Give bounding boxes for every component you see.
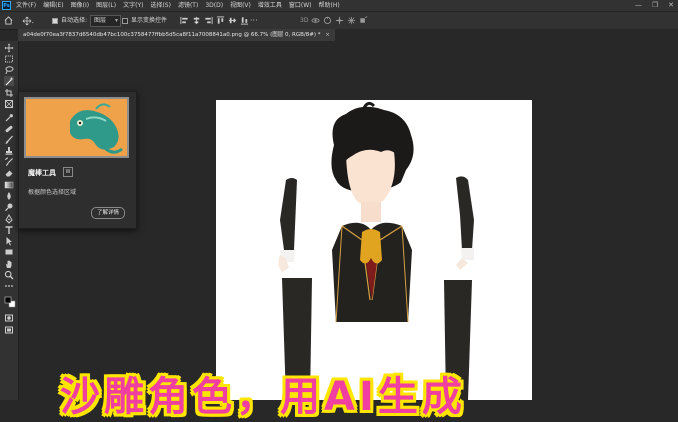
show-transform-label: 显示变换控件 [131, 17, 168, 24]
menu-image[interactable]: 图像(I) [71, 0, 89, 11]
more-icon[interactable] [4, 281, 14, 291]
lasso-icon[interactable] [4, 65, 14, 75]
chameleon-image [26, 99, 127, 156]
restore-button[interactable]: ❐ [652, 0, 658, 11]
blur-icon[interactable] [4, 191, 14, 201]
right-arm [456, 176, 474, 270]
history-brush-icon[interactable] [4, 157, 14, 167]
tools-panel [0, 41, 19, 400]
document-tab-close-icon[interactable]: × [325, 32, 330, 38]
auto-select-group: 自动选择: 图层 [52, 12, 122, 29]
document-tab-bar: a04de0f70ea3f7837d6540db47bc100c3758477f… [18, 29, 678, 41]
clone-stamp-icon[interactable] [4, 146, 14, 156]
menu-list: 文件(F) 编辑(E) 图像(I) 图层(L) 文字(Y) 选择(S) 滤镜(T… [16, 0, 340, 11]
menu-help[interactable]: 帮助(H) [319, 0, 340, 11]
menu-edit[interactable]: 编辑(E) [43, 0, 63, 11]
dodge-icon[interactable] [4, 202, 14, 212]
show-transform-checkbox[interactable] [122, 17, 128, 24]
document-tab-title: a04de0f70ea3f7837d6540db47bc100c3758477f… [23, 32, 321, 38]
color-swatch-icon[interactable] [4, 295, 16, 309]
left-arm [278, 178, 297, 272]
overlay-caption: 沙雕角色，用AI生成 [60, 374, 466, 420]
healing-brush-icon[interactable] [4, 124, 14, 134]
auto-select-checkbox[interactable] [52, 17, 58, 24]
menu-select[interactable]: 选择(S) [150, 0, 171, 11]
auto-select-label: 自动选择: [61, 17, 88, 24]
path-select-icon[interactable] [4, 236, 14, 246]
3d-pan-icon[interactable] [335, 16, 344, 25]
document-canvas[interactable] [216, 100, 532, 400]
align-left-icon[interactable] [180, 16, 189, 25]
home-icon[interactable] [4, 16, 13, 25]
quick-mask-icon[interactable] [4, 313, 14, 323]
character-illustration [278, 101, 474, 400]
menu-window[interactable]: 窗口(W) [289, 0, 312, 11]
marquee-icon[interactable] [4, 54, 14, 64]
move-icon[interactable] [4, 43, 14, 53]
align-bottom-icon[interactable] [240, 16, 249, 25]
menu-layer[interactable]: 图层(L) [96, 0, 116, 11]
menu-plugins[interactable]: 增效工具 [258, 0, 282, 11]
3d-mode-label: 3D [300, 17, 309, 24]
pen-icon[interactable] [4, 214, 14, 224]
menu-file[interactable]: 文件(F) [16, 0, 36, 11]
menu-type[interactable]: 文字(Y) [123, 0, 143, 11]
brush-icon[interactable] [4, 135, 14, 145]
tooltip-title: 魔棒工具 [28, 169, 56, 177]
3d-slide-icon[interactable] [347, 16, 356, 25]
minimize-button[interactable]: — [635, 0, 642, 11]
align-center-icon[interactable] [192, 16, 201, 25]
move-tool-preset-icon[interactable] [22, 16, 34, 26]
align-middle-icon[interactable] [228, 16, 237, 25]
show-transform-group: 显示变换控件 [122, 12, 167, 29]
3d-roll-icon[interactable] [323, 16, 332, 25]
3d-mode-group: 3D [300, 12, 368, 29]
menu-filter[interactable]: 滤镜(T) [178, 0, 198, 11]
home-group [4, 12, 13, 29]
menu-bar: Ps 文件(F) 编辑(E) 图像(I) 图层(L) 文字(Y) 选择(S) 滤… [0, 0, 678, 11]
screen-mode-icon[interactable] [4, 325, 14, 335]
eraser-icon[interactable] [4, 168, 14, 178]
layer-select-dropdown[interactable]: 图层 [90, 14, 122, 27]
distribute-group: ··· [250, 12, 258, 29]
align-group [180, 12, 249, 29]
align-right-icon[interactable] [204, 16, 213, 25]
zoom-icon[interactable] [4, 270, 14, 280]
document-tab[interactable]: a04de0f70ea3f7837d6540db47bc100c3758477f… [18, 29, 335, 41]
menu-3d[interactable]: 3D(D) [205, 0, 223, 11]
eyedropper-icon[interactable] [4, 113, 14, 123]
options-bar: 自动选择: 图层 显示变换控件 ··· 3D [0, 11, 678, 30]
type-icon[interactable] [4, 225, 14, 235]
close-button[interactable]: ✕ [668, 0, 674, 11]
menu-view[interactable]: 视图(V) [230, 0, 251, 11]
tool-tooltip: 魔棒工具 W 根据颜色选择区域 了解详情 [18, 91, 137, 229]
tooltip-preview-image [24, 97, 129, 158]
3d-orbit-icon[interactable] [311, 16, 320, 25]
crop-icon[interactable] [4, 88, 14, 98]
tooltip-shortcut-badge: W [63, 167, 73, 177]
window-controls: — ❐ ✕ [635, 0, 674, 11]
align-top-icon[interactable] [216, 16, 225, 25]
frame-icon[interactable] [4, 99, 14, 109]
learn-more-button[interactable]: 了解详情 [91, 207, 125, 219]
photoshop-logo: Ps [2, 1, 11, 10]
3d-scale-icon[interactable] [359, 16, 368, 25]
tooltip-description: 根据颜色选择区域 [28, 189, 77, 196]
more-options-icon[interactable]: ··· [250, 12, 258, 29]
magic-wand-icon[interactable] [4, 76, 14, 86]
gradient-icon[interactable] [4, 180, 14, 190]
shape-icon[interactable] [4, 247, 14, 257]
hand-icon[interactable] [4, 259, 14, 269]
tool-preset-group [22, 12, 34, 29]
